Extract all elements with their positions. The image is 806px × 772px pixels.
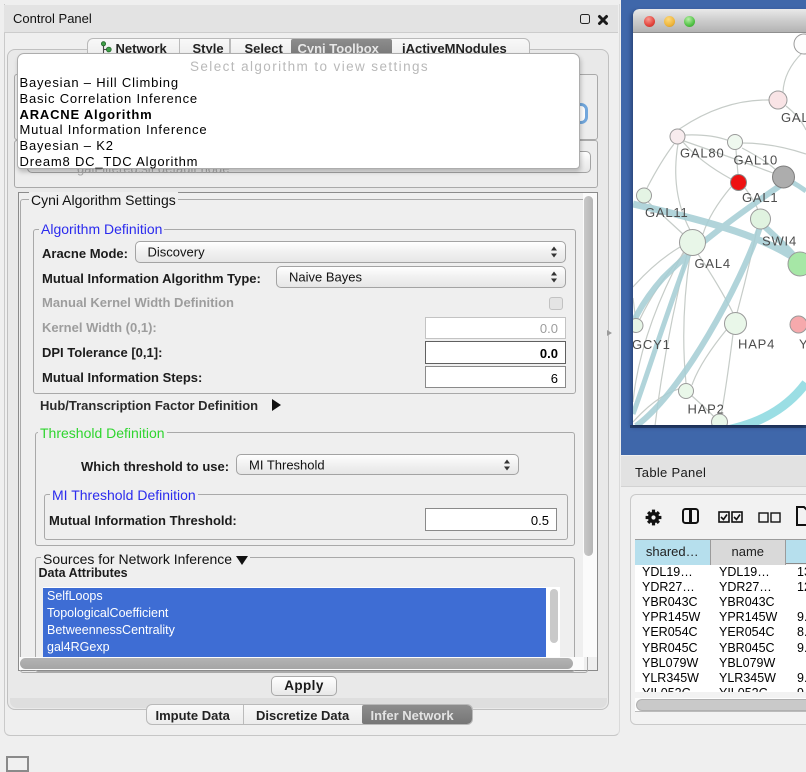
svg-text:SWI4: SWI4 [762, 233, 797, 248]
svg-text:GAL1: GAL1 [742, 190, 778, 205]
svg-text:GCY1: GCY1 [633, 337, 671, 352]
svg-text:GAL4: GAL4 [695, 256, 731, 271]
svg-text:HAP4: HAP4 [738, 336, 775, 351]
svg-text:HAP2: HAP2 [688, 401, 725, 416]
svg-text:GAL80: GAL80 [680, 145, 724, 160]
svg-text:GAL10: GAL10 [734, 152, 778, 167]
svg-text:Y: Y [799, 336, 806, 351]
svg-text:GAL11: GAL11 [645, 205, 689, 220]
svg-text:GAL7: GAL7 [781, 110, 806, 125]
